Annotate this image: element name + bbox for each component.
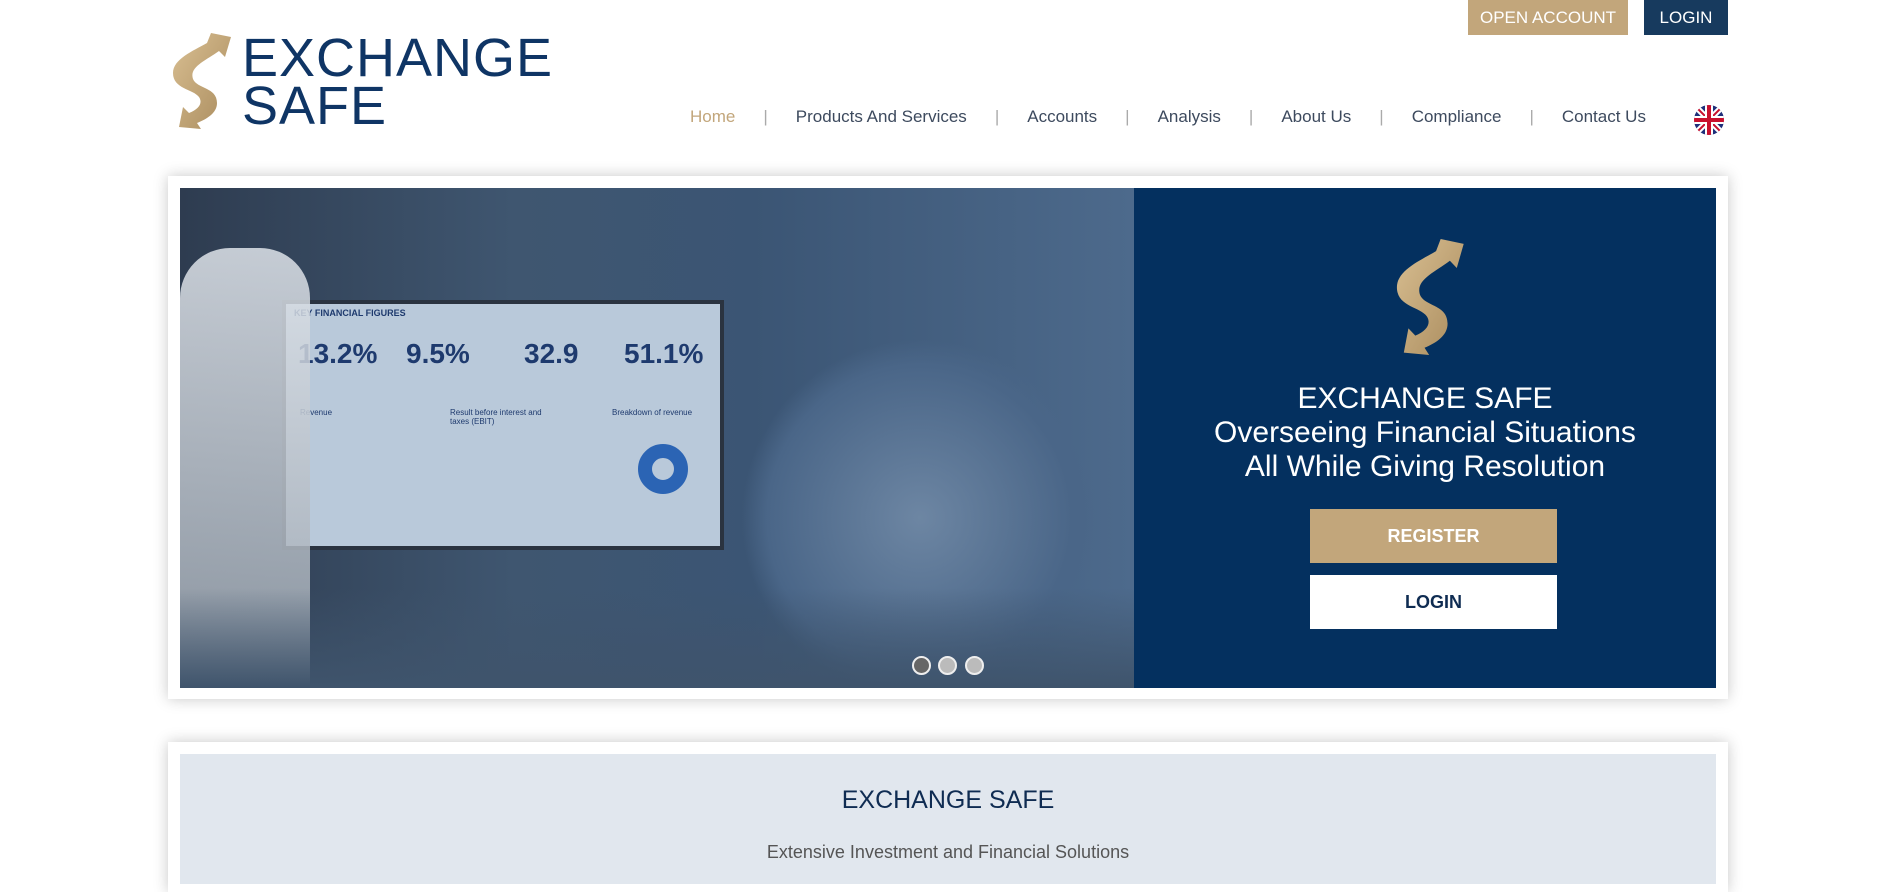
hero-panel: EXCHANGE SAFE Overseeing Financial Situa… xyxy=(1134,188,1716,688)
screen-figure: 9.5% xyxy=(406,338,470,369)
open-account-button[interactable]: OPEN ACCOUNT xyxy=(1468,0,1628,35)
logo-text-line2: SAFE xyxy=(242,76,388,136)
main-nav: Home | Products And Services | Accounts | A… xyxy=(690,107,1646,127)
screen-chart-label: Result before interest and taxes (EBIT) xyxy=(450,408,542,426)
slide-dot-3[interactable] xyxy=(965,656,984,675)
nav-analysis[interactable]: Analysis xyxy=(1158,107,1221,127)
logo-icon[interactable] xyxy=(167,33,233,129)
hero-title: EXCHANGE SAFE xyxy=(1297,382,1553,415)
top-login-button[interactable]: LOGIN xyxy=(1644,0,1728,35)
hero-image: KEY FINANCIAL FIGURES 13.2% 9.5% 32.9 51… xyxy=(180,188,1134,688)
screen-donut xyxy=(638,444,688,494)
hero-subtitle-line2: All While Giving Resolution xyxy=(1244,450,1606,483)
register-button[interactable]: REGISTER xyxy=(1310,509,1557,563)
table xyxy=(180,588,1134,688)
screen-heading: KEY FINANCIAL FIGURES xyxy=(294,308,406,318)
slide-dot-2[interactable] xyxy=(938,656,957,675)
nav-separator: | xyxy=(1529,107,1534,126)
nav-separator: | xyxy=(1248,107,1254,126)
nav-separator: | xyxy=(1379,107,1384,126)
hero-subtitle-line1: Overseeing Financial Situations xyxy=(1214,416,1636,449)
screen-figure: 51.1% xyxy=(624,338,704,369)
presentation-screen: KEY FINANCIAL FIGURES 13.2% 9.5% 32.9 51… xyxy=(282,300,724,550)
screen-figure: 32.9 xyxy=(524,338,579,369)
intro-panel: EXCHANGE SAFE Extensive Investment and F… xyxy=(180,754,1716,884)
nav-about-us[interactable]: About Us xyxy=(1281,107,1351,127)
nav-products-and-services[interactable]: Products And Services xyxy=(796,107,967,127)
hero-login-button[interactable]: LOGIN xyxy=(1310,575,1557,629)
nav-compliance[interactable]: Compliance xyxy=(1412,107,1502,127)
nav-separator: | xyxy=(763,107,768,126)
nav-home[interactable]: Home xyxy=(690,107,735,127)
intro-title: EXCHANGE SAFE xyxy=(841,786,1055,814)
nav-accounts[interactable]: Accounts xyxy=(1027,107,1097,127)
uk-flag-icon[interactable] xyxy=(1694,105,1724,135)
logo-icon xyxy=(1390,239,1466,355)
intro-subtitle: Extensive Investment and Financial Solut… xyxy=(766,842,1130,862)
slide-dot-1[interactable] xyxy=(912,656,931,675)
nav-separator: | xyxy=(994,107,1000,126)
nav-contact-us[interactable]: Contact Us xyxy=(1562,107,1646,127)
screen-chart-label: Breakdown of revenue xyxy=(612,408,693,417)
nav-separator: | xyxy=(1125,107,1130,126)
